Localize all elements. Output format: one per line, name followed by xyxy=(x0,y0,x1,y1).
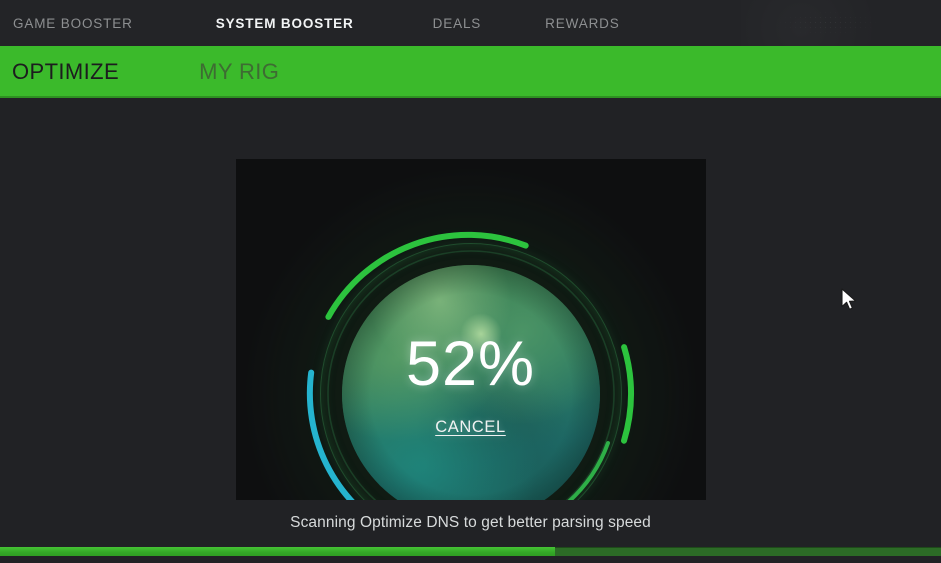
subnav-item-optimize[interactable]: OPTIMIZE xyxy=(12,59,119,85)
sub-nav-bar: OPTIMIZE MY RIG xyxy=(0,46,941,98)
top-tab-bar: GAME BOOSTER SYSTEM BOOSTER DEALS REWARD… xyxy=(0,0,941,46)
tab-deals[interactable]: DEALS xyxy=(433,16,482,31)
tab-game-booster[interactable]: GAME BOOSTER xyxy=(13,16,133,31)
status-bar: Scanning Optimize DNS to get better pars… xyxy=(0,500,941,563)
progress-bar-track xyxy=(0,547,941,556)
status-message: Scanning Optimize DNS to get better pars… xyxy=(290,514,651,531)
tab-system-booster[interactable]: SYSTEM BOOSTER xyxy=(216,16,354,31)
progress-percent-label: 52% xyxy=(405,329,536,399)
topbar-texture xyxy=(773,10,883,36)
cancel-button[interactable]: CANCEL xyxy=(435,418,506,437)
tab-rewards[interactable]: REWARDS xyxy=(545,16,619,31)
progress-bar-fill xyxy=(0,547,556,556)
main-stage: 52% CANCEL xyxy=(0,98,941,563)
subnav-item-my-rig[interactable]: MY RIG xyxy=(199,59,279,85)
razer-cortex-window: GAME BOOSTER SYSTEM BOOSTER DEALS REWARD… xyxy=(0,0,941,563)
